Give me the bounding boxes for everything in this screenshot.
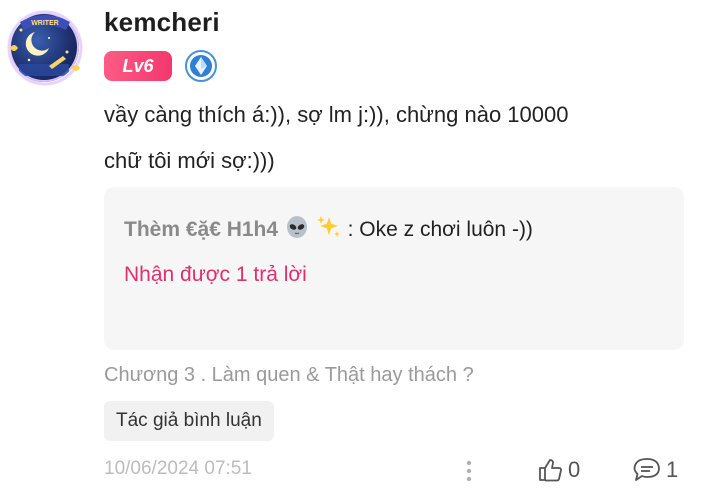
like-count: 0: [568, 457, 581, 482]
reply-text: : Oke z chơi luôn -)): [347, 218, 533, 241]
reply-author[interactable]: Thèm €ặ€ H1h4: [124, 218, 278, 241]
sparkles-emoji-icon: [316, 216, 340, 237]
timestamp: 10/06/2024 07:51: [104, 458, 252, 479]
author-comment-tag: Tác giả bình luận: [104, 401, 274, 441]
reply-button[interactable]: 1: [632, 454, 678, 486]
comment-text: vầy càng thích á:)), sợ lm j:)), chừng n…: [104, 92, 664, 184]
reply-preview-line: Thèm €ặ€ H1h4 : Oke z chơi luôn -)): [124, 214, 533, 242]
username[interactable]: kemcheri: [104, 7, 220, 38]
more-vertical-icon[interactable]: [462, 456, 476, 486]
comment-line-1: vầy càng thích á:)), sợ lm j:)), chừng n…: [104, 102, 569, 127]
alien-emoji-icon: [286, 216, 307, 238]
comment-icon: [633, 458, 660, 481]
chapter-link[interactable]: Chương 3 . Làm quen & Thật hay thách ?: [104, 364, 474, 387]
avatar[interactable]: WRITER: [6, 8, 84, 86]
rank-diamond-icon: [185, 50, 217, 82]
reply-preview[interactable]: Thèm €ặ€ H1h4 : Oke z chơi luôn -)) Nhận…: [104, 187, 684, 350]
avatar-frame-text: WRITER: [31, 20, 59, 27]
level-badge: Lv6: [104, 51, 172, 81]
reply-count: 1: [666, 457, 679, 482]
like-button[interactable]: 0: [536, 454, 580, 486]
comment-line-2: chữ tôi mới sợ:))): [104, 148, 275, 173]
avatar-frame: WRITER: [7, 10, 83, 86]
thumbs-up-icon: [539, 459, 562, 482]
reply-count-link[interactable]: Nhận được 1 trả lời: [124, 263, 307, 287]
